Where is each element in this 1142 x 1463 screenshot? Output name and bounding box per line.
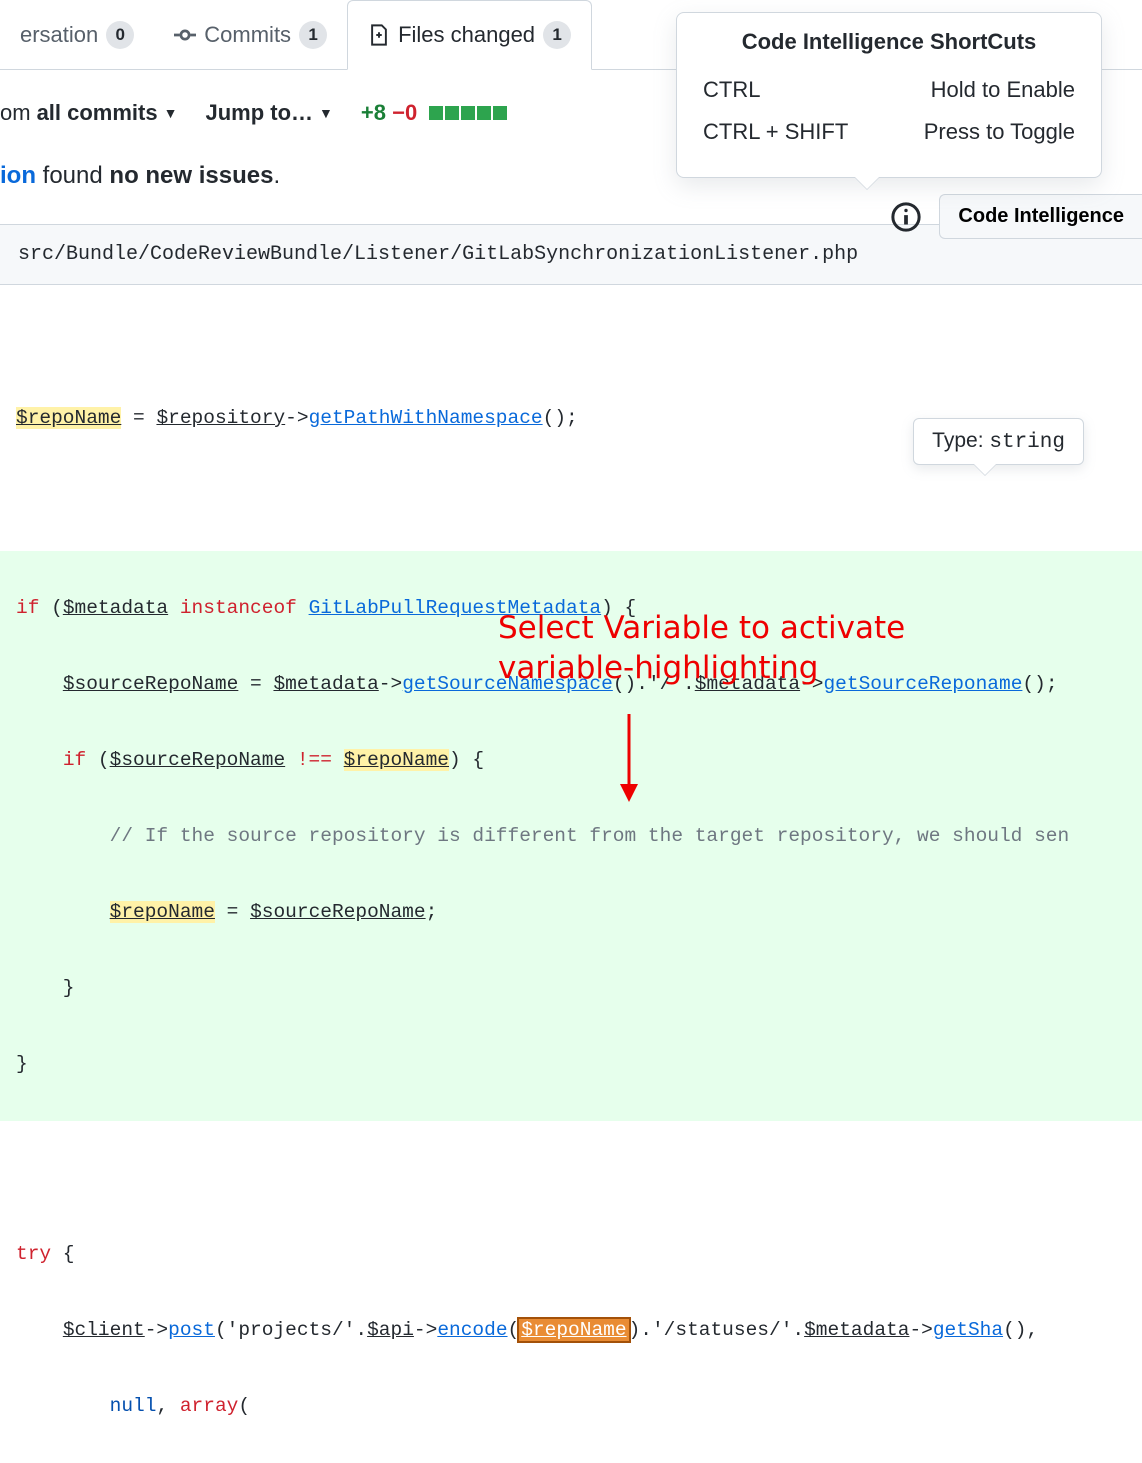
code-line[interactable]: } (0, 1045, 1142, 1083)
code-intelligence-button[interactable]: Code Intelligence (939, 194, 1142, 239)
diff-block (477, 106, 491, 120)
kw-if: if (63, 749, 86, 771)
inspection-dot: . (273, 162, 280, 189)
tab-files-changed-count: 1 (543, 21, 571, 49)
code-line[interactable]: if ($sourceRepoName !== $repoName) { (0, 741, 1142, 779)
kw-null: null (110, 1395, 157, 1417)
kw-try: try (16, 1243, 51, 1265)
blank-line (0, 475, 1142, 513)
kw-instanceof: instanceof (180, 597, 297, 619)
fn-getSha[interactable]: getSha (933, 1319, 1003, 1341)
code-line[interactable]: } (0, 969, 1142, 1007)
commits-filter-dropdown[interactable]: om all commits ▼ (0, 100, 177, 126)
annotation-arrow-icon (614, 710, 644, 806)
tab-commits-label: Commits (204, 22, 291, 48)
chevron-down-icon: ▼ (319, 105, 333, 121)
tab-files-changed-label: Files changed (398, 22, 535, 48)
annotation-line2: variable-highlighting (498, 648, 905, 688)
tab-conversation[interactable]: ersation 0 (0, 0, 154, 70)
info-icon[interactable] (891, 202, 921, 232)
fn-getPathWithNamespace[interactable]: getPathWithNamespace (309, 407, 543, 429)
tab-conversation-label: ersation (20, 22, 98, 48)
tab-commits-count: 1 (299, 21, 327, 49)
code-line[interactable]: // If the source repository is different… (0, 817, 1142, 855)
kw-if: if (16, 597, 39, 619)
shortcut-key: CTRL + SHIFT (703, 119, 848, 145)
shortcut-desc: Press to Toggle (924, 119, 1075, 145)
shortcut-key: CTRL (703, 77, 760, 103)
kw-array: array (180, 1395, 239, 1417)
tab-files-changed[interactable]: Files changed 1 (347, 0, 592, 70)
shortcuts-popover: Code Intelligence ShortCuts CTRL Hold to… (676, 12, 1102, 178)
op-not-identical: !== (297, 749, 332, 771)
annotation-line1: Select Variable to activate (498, 608, 905, 648)
shortcut-row: CTRL + SHIFT Press to Toggle (703, 111, 1075, 153)
right-controls: Code Intelligence (891, 194, 1142, 239)
variable-metadata[interactable]: $metadata (804, 1319, 909, 1341)
popover-arrow-icon (855, 177, 879, 189)
commit-icon (174, 24, 196, 46)
tab-commits[interactable]: Commits 1 (154, 0, 347, 70)
chevron-down-icon: ▼ (164, 105, 178, 121)
diff-block (445, 106, 459, 120)
variable-sourceRepoName[interactable]: $sourceRepoName (63, 673, 239, 695)
variable-repository[interactable]: $repository (156, 407, 285, 429)
code-line[interactable]: try { (0, 1235, 1142, 1273)
annotation-text: Select Variable to activate variable-hig… (498, 608, 905, 689)
inspection-result: no new issues (109, 162, 273, 189)
string-literal: '/statuses/' (652, 1319, 792, 1341)
inspection-middle: found (36, 162, 109, 189)
variable-repoName[interactable]: $repoName (344, 749, 449, 771)
blank-line (0, 1159, 1142, 1197)
shortcut-row: CTRL Hold to Enable (703, 69, 1075, 111)
shortcut-desc: Hold to Enable (931, 77, 1075, 103)
diffstat-additions: +8 (361, 100, 386, 125)
fn-post[interactable]: post (168, 1319, 215, 1341)
variable-metadata[interactable]: $metadata (63, 597, 168, 619)
comment: // If the source repository is different… (110, 825, 1070, 847)
variable-sourceRepoName[interactable]: $sourceRepoName (110, 749, 286, 771)
variable-repoName[interactable]: $repoName (16, 407, 121, 429)
tab-conversation-count: 0 (106, 21, 134, 49)
diffstat-deletions: −0 (392, 100, 417, 125)
variable-client[interactable]: $client (63, 1319, 145, 1341)
type-tooltip-type: string (989, 431, 1065, 454)
tooltip-arrow-icon (974, 464, 996, 475)
string-literal: 'projects/' (227, 1319, 356, 1341)
variable-sourceRepoName[interactable]: $sourceRepoName (250, 901, 426, 923)
diff-block (461, 106, 475, 120)
diff-block (493, 106, 507, 120)
blank-line (0, 323, 1142, 361)
file-diff-icon (368, 24, 390, 46)
code-line[interactable]: null, array( (0, 1387, 1142, 1425)
shortcuts-title: Code Intelligence ShortCuts (703, 29, 1075, 55)
diffstat: +8 −0 (361, 100, 507, 126)
inspection-link[interactable]: ion (0, 162, 36, 189)
commits-filter-prefix: om (0, 100, 31, 126)
variable-api[interactable]: $api (367, 1319, 414, 1341)
fn-encode[interactable]: encode (437, 1319, 507, 1341)
variable-metadata[interactable]: $metadata (273, 673, 378, 695)
code-line[interactable]: $client->post('projects/'.$api->encode($… (0, 1311, 1142, 1349)
diff-block (429, 106, 443, 120)
jump-to-dropdown[interactable]: Jump to… ▼ (205, 100, 332, 126)
variable-repoName[interactable]: $repoName (110, 901, 215, 923)
type-tooltip: Type: string (913, 418, 1084, 465)
commits-filter-value: all commits (37, 100, 158, 126)
code-line[interactable]: $repoName = $sourceRepoName; (0, 893, 1142, 931)
diffstat-blocks (429, 106, 507, 120)
jump-to-label: Jump to… (205, 100, 313, 126)
variable-repoName-selected[interactable]: $repoName (519, 1319, 628, 1341)
type-tooltip-label: Type: (932, 429, 989, 452)
